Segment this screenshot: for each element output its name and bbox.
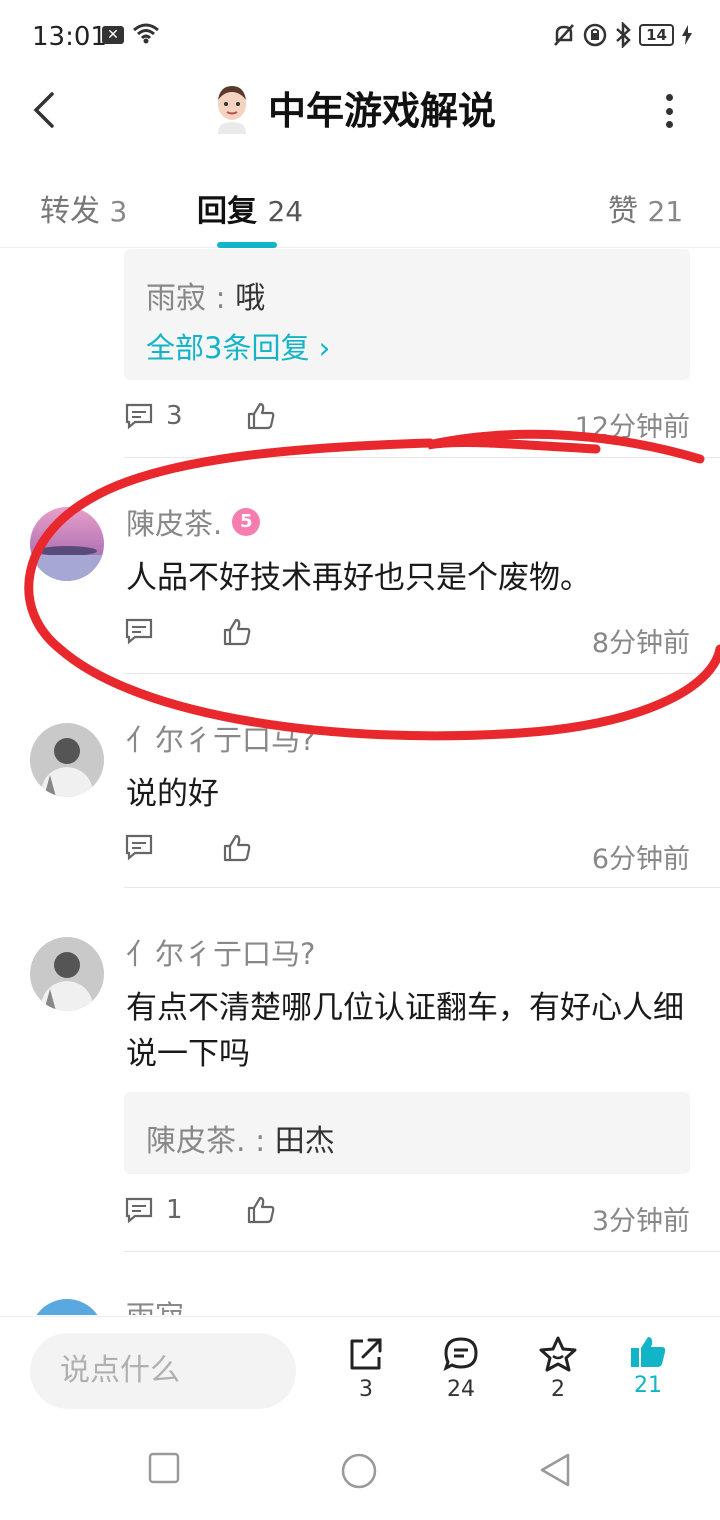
bluetooth-icon bbox=[616, 22, 631, 48]
battery-level: 14 bbox=[639, 24, 674, 46]
active-tab-indicator bbox=[217, 242, 277, 248]
system-navigation-bar bbox=[0, 1428, 720, 1520]
comment-input[interactable]: 说点什么 bbox=[30, 1333, 296, 1409]
back-arrow-icon[interactable] bbox=[26, 90, 66, 130]
tab-reposts[interactable]: 转发 3 bbox=[40, 186, 127, 230]
author-avatar[interactable] bbox=[210, 82, 254, 134]
favorite-count: 2 bbox=[551, 1377, 565, 1402]
share-button[interactable]: 3 bbox=[336, 1335, 396, 1402]
tab-replies-label: 回复 bbox=[197, 194, 257, 229]
status-bar: 13:01 ✕ 14 bbox=[0, 0, 720, 72]
tab-bar: 转发 3 回复 24 赞 21 bbox=[0, 168, 720, 248]
comment-bubble-icon bbox=[443, 1337, 478, 1371]
bottom-action-bar: 说点什么 3 24 2 21 bbox=[0, 1316, 720, 1428]
tab-reposts-count: 3 bbox=[109, 195, 128, 228]
highlight-circle bbox=[24, 429, 720, 741]
comment-feed[interactable]: 雨寂 : 哦 全部3条回复 › 3 12分钟前 陳皮茶. 5 人品不好技术再好也… bbox=[0, 249, 720, 1315]
tab-likes-label: 赞 bbox=[608, 194, 638, 229]
tab-likes[interactable]: 赞 21 bbox=[608, 186, 683, 230]
notification-x-icon: ✕ bbox=[102, 26, 124, 44]
tab-replies[interactable]: 回复 24 bbox=[197, 186, 303, 230]
title-wrap[interactable]: 中年游戏解说 bbox=[210, 80, 496, 135]
star-icon bbox=[539, 1336, 577, 1372]
tab-replies-count: 24 bbox=[267, 195, 304, 228]
home-icon[interactable] bbox=[340, 1452, 378, 1490]
share-icon bbox=[350, 1338, 382, 1370]
more-options-icon[interactable] bbox=[664, 94, 674, 128]
back-nav-icon[interactable] bbox=[538, 1452, 572, 1488]
comment-count: 24 bbox=[447, 1377, 475, 1402]
status-time: 13:01 bbox=[32, 22, 107, 52]
bell-muted-icon bbox=[554, 24, 575, 46]
comment-button[interactable]: 24 bbox=[431, 1335, 491, 1402]
tab-reposts-label: 转发 bbox=[40, 194, 100, 229]
like-count: 21 bbox=[634, 1373, 662, 1398]
favorite-button[interactable]: 2 bbox=[528, 1335, 588, 1402]
charging-icon bbox=[682, 25, 692, 45]
rotation-lock-icon bbox=[583, 23, 607, 47]
recent-apps-icon[interactable] bbox=[148, 1452, 180, 1484]
header: 中年游戏解说 bbox=[0, 72, 720, 152]
page-title: 中年游戏解说 bbox=[268, 89, 497, 133]
like-button[interactable]: 21 bbox=[618, 1335, 678, 1398]
wifi-icon bbox=[133, 23, 159, 44]
tab-likes-count: 21 bbox=[647, 195, 684, 228]
thumbs-up-filled-icon bbox=[631, 1337, 666, 1367]
share-count: 3 bbox=[359, 1377, 373, 1402]
